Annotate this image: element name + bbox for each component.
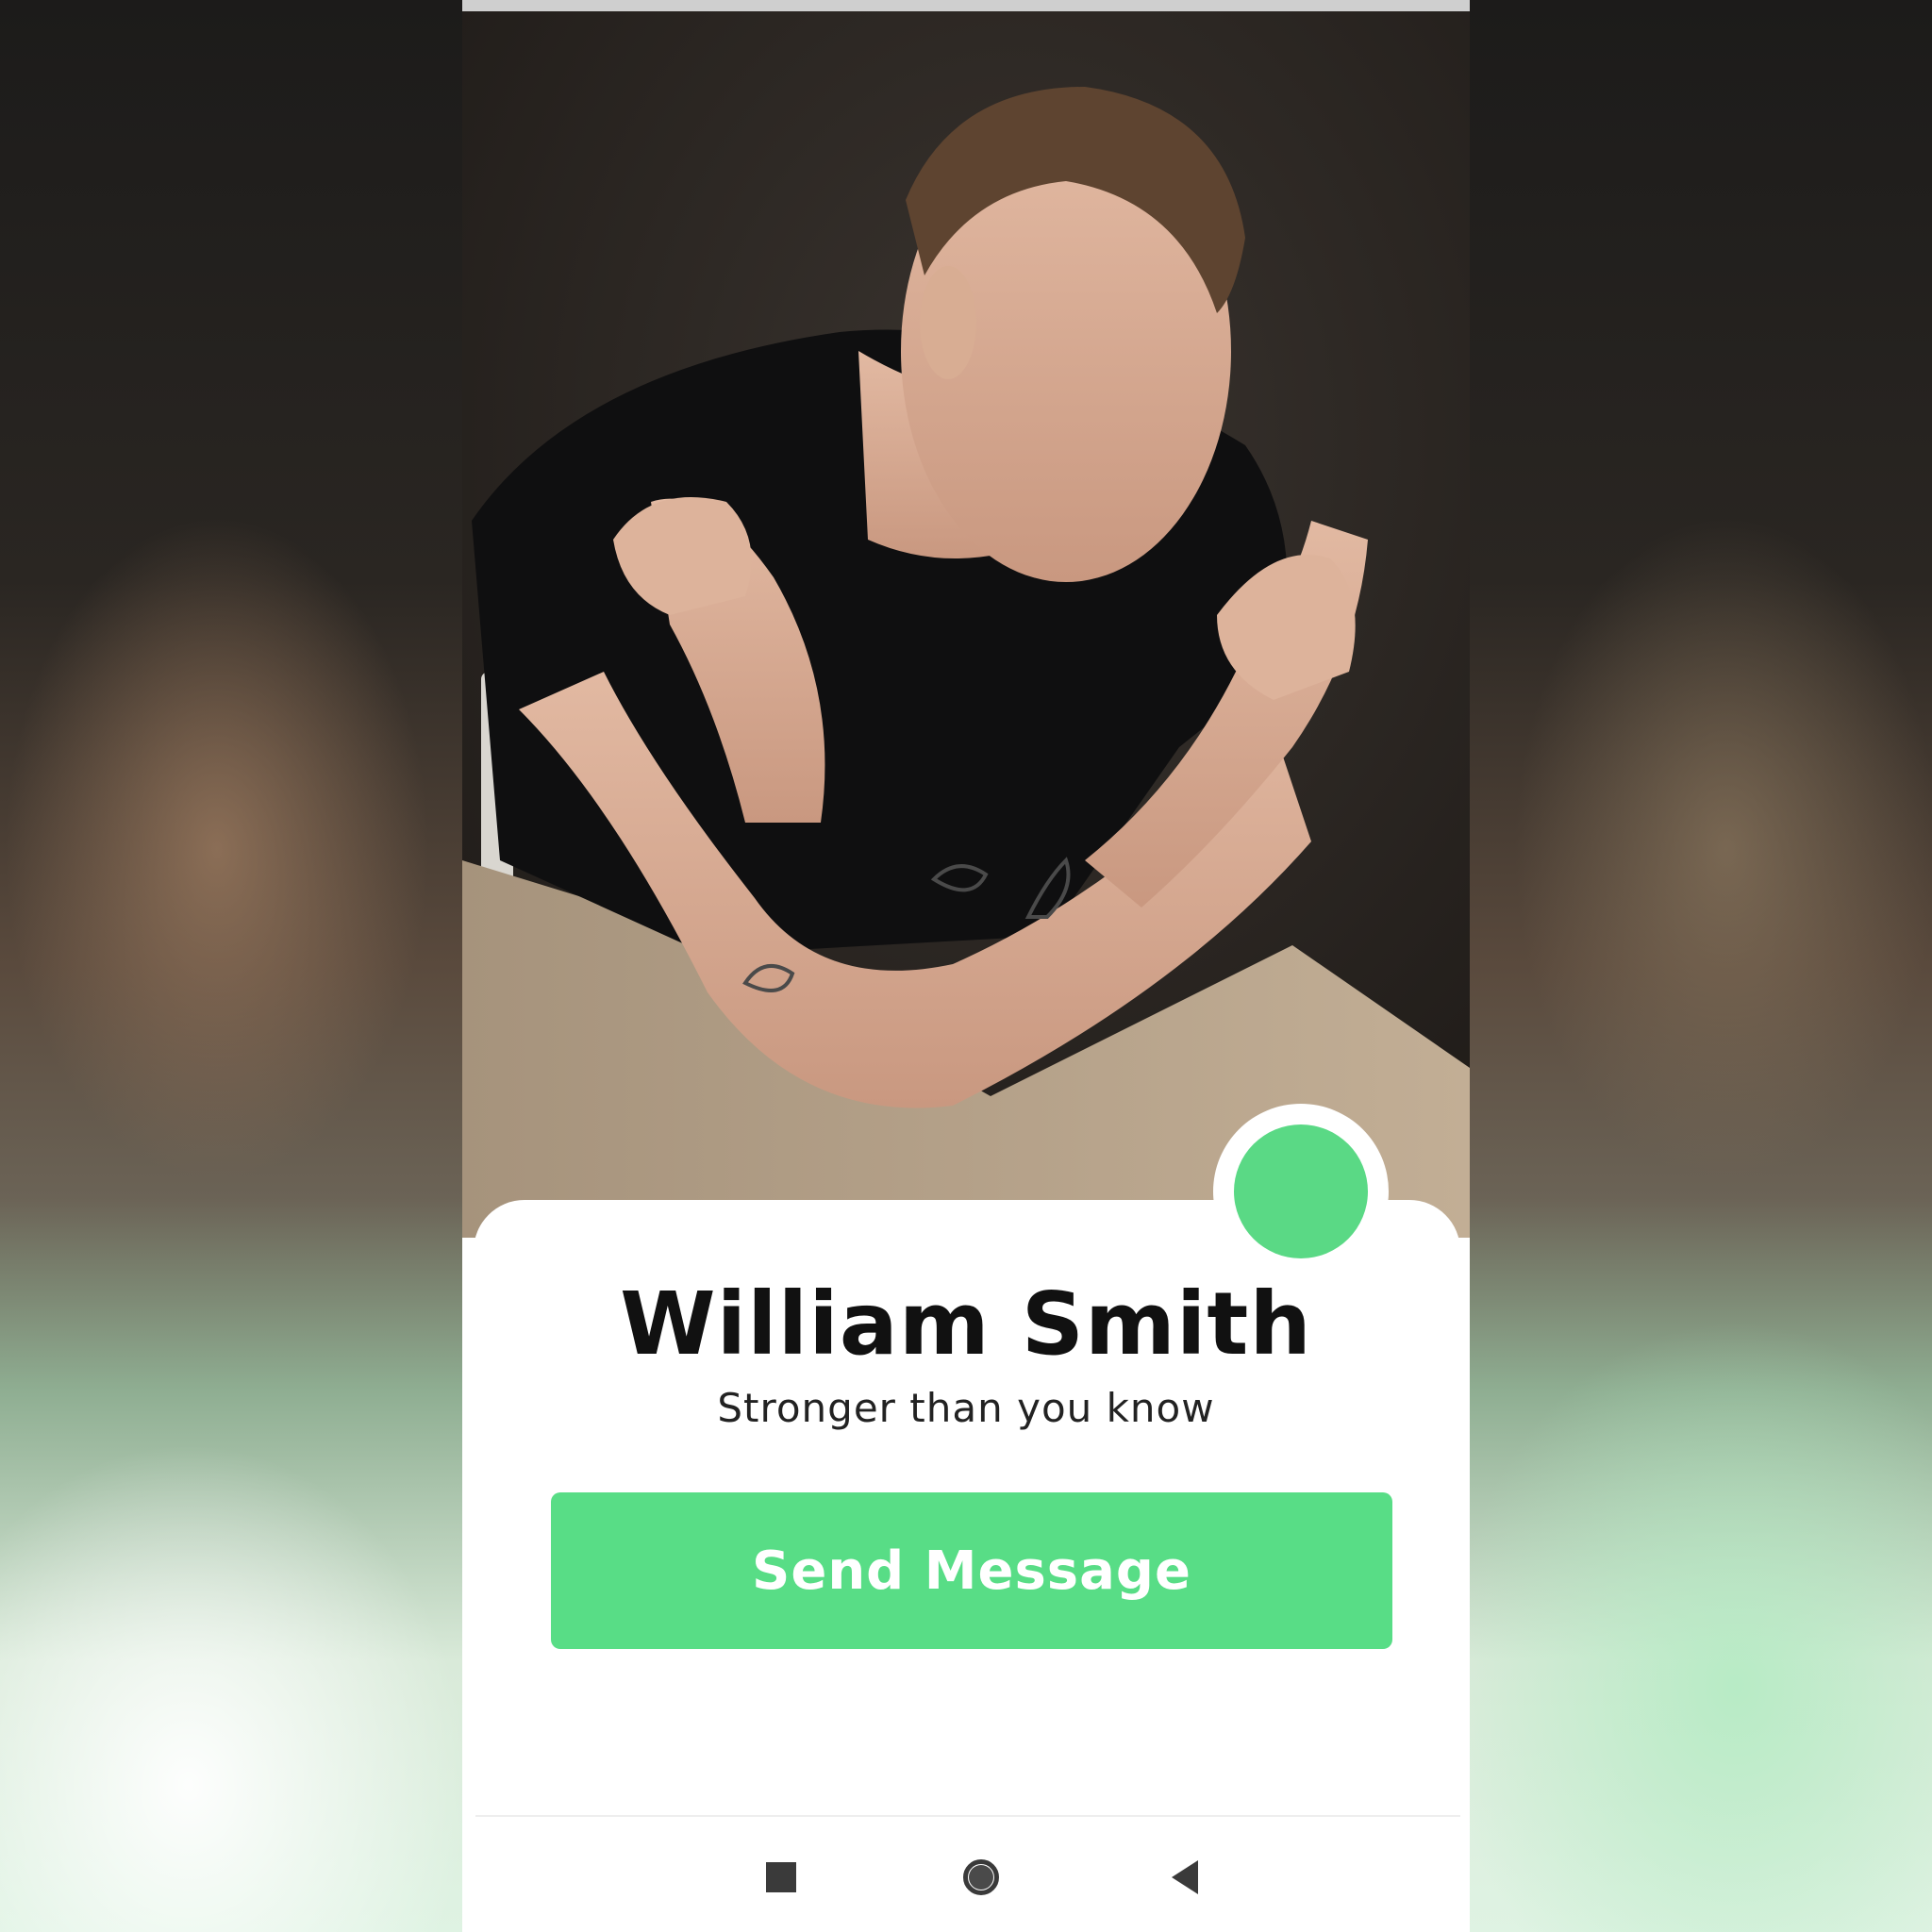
recents-button[interactable] — [755, 1851, 808, 1904]
triangle-back-icon — [1172, 1860, 1198, 1894]
online-status-dot — [1234, 1124, 1368, 1258]
home-button[interactable] — [955, 1851, 1008, 1904]
circle-icon — [963, 1859, 999, 1895]
profile-tagline: Stronger than you know — [717, 1385, 1215, 1431]
backdrop-glow-left — [0, 1441, 472, 1932]
profile-name: William Smith — [620, 1274, 1312, 1374]
status-bar — [462, 0, 1470, 11]
square-icon — [766, 1862, 796, 1892]
system-navigation-bar — [475, 1817, 1460, 1932]
back-button[interactable] — [1158, 1851, 1211, 1904]
send-message-button[interactable]: Send Message — [551, 1492, 1392, 1649]
profile-photo — [462, 11, 1470, 1238]
phone-screen: William Smith Stronger than you know Sen… — [462, 0, 1470, 1932]
online-status-indicator — [1213, 1104, 1389, 1279]
screenshot-canvas: William Smith Stronger than you know Sen… — [0, 0, 1932, 1932]
backdrop-glow-right — [1441, 1319, 1932, 1932]
